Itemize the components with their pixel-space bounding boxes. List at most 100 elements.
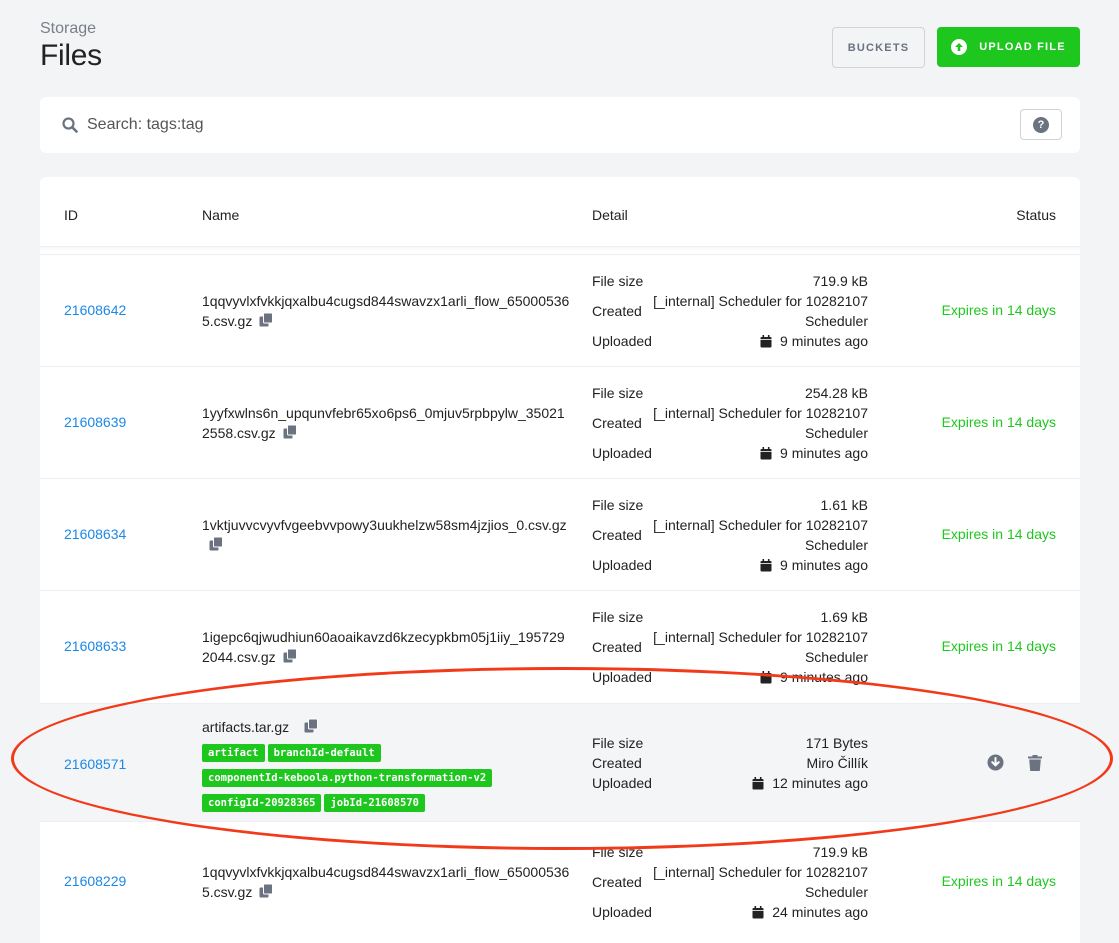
breadcrumb[interactable]: Storage — [40, 20, 102, 38]
column-header-status: Status — [1016, 207, 1056, 223]
file-detail: File size 1.61 kB Created [_internal] Sche… — [592, 495, 868, 577]
file-name-text: artifacts.tar.gz — [202, 719, 290, 735]
created-value: [_internal] Scheduler for 10282107 Sched… — [653, 517, 868, 553]
uploaded-label: Uploaded — [592, 333, 652, 349]
created-label: Created — [592, 527, 642, 543]
tag-branch-id[interactable]: branchId-default — [267, 743, 381, 762]
created-label: Created — [592, 415, 642, 431]
search-input[interactable] — [87, 111, 987, 139]
uploaded-value: 12 minutes ago — [772, 775, 868, 791]
copy-icon[interactable] — [258, 883, 274, 904]
created-label: Created — [592, 755, 642, 771]
page-header: Storage Files — [40, 20, 102, 73]
table-row[interactable]: 21608229 1qqvyvlxfvkkjqxalbu4cugsd844swa… — [40, 821, 1080, 943]
file-detail: File size 1.69 kB Created [_internal] Sche… — [592, 607, 868, 689]
created-label: Created — [592, 874, 642, 890]
table-row[interactable]: 21608642 1qqvyvlxfvkkjqxalbu4cugsd844swa… — [40, 254, 1080, 366]
created-value: Miro Čillík — [806, 755, 868, 771]
file-id-link[interactable]: 21608634 — [64, 526, 126, 542]
help-icon: ? — [1033, 116, 1049, 133]
files-table: ID Name Detail Status 21608642 1qqvyvlxf… — [40, 177, 1080, 943]
file-name: 1yyfxwlns6n_upqunvfebr65xo6ps6_0mjuv5rpb… — [202, 403, 572, 445]
page-title: Files — [40, 39, 102, 72]
uploaded-label: Uploaded — [592, 557, 652, 573]
search-bar: ? — [40, 97, 1080, 153]
uploaded-label: Uploaded — [592, 669, 652, 685]
calendar-icon — [760, 669, 772, 689]
column-header-id: ID — [64, 207, 78, 223]
buckets-button-label: BUCKETS — [847, 41, 910, 54]
calendar-icon — [760, 445, 772, 465]
file-detail: File size 171 Bytes Created Miro Čillík Up… — [592, 733, 868, 795]
tag-config-id[interactable]: configId-20928365 — [202, 793, 322, 812]
file-size-value: 1.61 kB — [820, 497, 868, 513]
copy-icon[interactable] — [282, 648, 298, 669]
file-size-value: 719.9 kB — [812, 844, 868, 860]
upload-file-label: UPLOAD FILE — [979, 41, 1066, 53]
uploaded-value: 9 minutes ago — [780, 669, 868, 685]
file-size-value: 254.28 kB — [804, 385, 868, 401]
uploaded-value: 9 minutes ago — [780, 445, 868, 461]
trash-icon[interactable] — [1028, 754, 1042, 776]
file-name: 1igepc6qjwudhiun60aoaikavzd6kzecypkbm05j… — [202, 627, 572, 669]
file-detail: File size 719.9 kB Created [_internal] Sch… — [592, 271, 868, 353]
file-id-link[interactable]: 21608639 — [64, 414, 126, 430]
calendar-icon — [760, 557, 772, 577]
upload-icon — [951, 39, 968, 55]
calendar-icon — [752, 904, 764, 924]
file-size-value: 1.69 kB — [820, 609, 868, 625]
created-label: Created — [592, 639, 642, 655]
table-row[interactable]: 21608633 1igepc6qjwudhiun60aoaikavzd6kze… — [40, 590, 1080, 703]
column-header-name: Name — [202, 207, 240, 223]
help-button[interactable]: ? — [1020, 109, 1062, 140]
row-actions — [987, 754, 1042, 776]
file-name-text: 1vktjuvvcvyvfvgeebvvpowy3uukhelzw58sm4jz… — [202, 517, 567, 533]
tag-component-id[interactable]: componentId-keboola.python-transformatio… — [202, 768, 493, 787]
file-name: 1qqvyvlxfvkkjqxalbu4cugsd844swavzx1arli_… — [202, 291, 572, 333]
file-size-label: File size — [592, 609, 644, 625]
file-id-link[interactable]: 21608571 — [64, 756, 126, 772]
buckets-button[interactable]: BUCKETS — [832, 27, 925, 68]
upload-file-button[interactable]: UPLOAD FILE — [937, 27, 1080, 67]
table-row[interactable]: 21608571 artifacts.tar.gz artifact branch… — [40, 703, 1080, 821]
tag-artifact[interactable]: artifact — [202, 743, 265, 762]
table-row[interactable]: 21608634 1vktjuvvcvyvfvgeebvvpowy3uukhel… — [40, 478, 1080, 590]
table-row[interactable]: 21608639 1yyfxwlns6n_upqunvfebr65xo6ps6_… — [40, 366, 1080, 478]
created-value: [_internal] Scheduler for 10282107 Sched… — [653, 864, 868, 900]
tag-list: artifact branchId-default componentId-keb… — [202, 741, 572, 816]
copy-icon[interactable] — [282, 424, 298, 445]
copy-icon[interactable] — [208, 536, 224, 557]
copy-icon[interactable] — [258, 312, 274, 333]
tag-job-id[interactable]: jobId-21608570 — [324, 793, 425, 812]
calendar-icon — [760, 333, 772, 353]
file-name-text: 1qqvyvlxfvkkjqxalbu4cugsd844swavzx1arli_… — [202, 864, 570, 900]
file-size-label: File size — [592, 735, 644, 751]
file-size-value: 719.9 kB — [812, 273, 868, 289]
copy-icon[interactable] — [303, 718, 319, 739]
status-text: Expires in 14 days — [941, 526, 1056, 542]
download-icon[interactable] — [987, 754, 1004, 776]
status-text: Expires in 14 days — [941, 638, 1056, 654]
file-size-value: 171 Bytes — [805, 735, 868, 751]
file-id-link[interactable]: 21608642 — [64, 302, 126, 318]
uploaded-value: 9 minutes ago — [780, 333, 868, 349]
file-size-label: File size — [592, 273, 644, 289]
uploaded-value: 9 minutes ago — [780, 557, 868, 573]
file-name-text: 1yyfxwlns6n_upqunvfebr65xo6ps6_0mjuv5rpb… — [202, 405, 565, 441]
created-label: Created — [592, 303, 642, 319]
created-value: [_internal] Scheduler for 10282107 Sched… — [653, 405, 868, 441]
table-header: ID Name Detail Status — [40, 177, 1080, 247]
uploaded-label: Uploaded — [592, 775, 652, 791]
search-icon — [62, 117, 78, 138]
status-text: Expires in 14 days — [941, 414, 1056, 430]
uploaded-label: Uploaded — [592, 904, 652, 920]
file-id-link[interactable]: 21608229 — [64, 873, 126, 889]
file-name-text: 1igepc6qjwudhiun60aoaikavzd6kzecypkbm05j… — [202, 629, 565, 665]
calendar-icon — [752, 775, 764, 795]
file-name: 1vktjuvvcvyvfvgeebvvpowy3uukhelzw58sm4jz… — [202, 515, 572, 557]
file-size-label: File size — [592, 497, 644, 513]
uploaded-label: Uploaded — [592, 445, 652, 461]
file-id-link[interactable]: 21608633 — [64, 638, 126, 654]
file-size-label: File size — [592, 385, 644, 401]
file-detail: File size 719.9 kB Created [_internal] Sch… — [592, 842, 868, 924]
